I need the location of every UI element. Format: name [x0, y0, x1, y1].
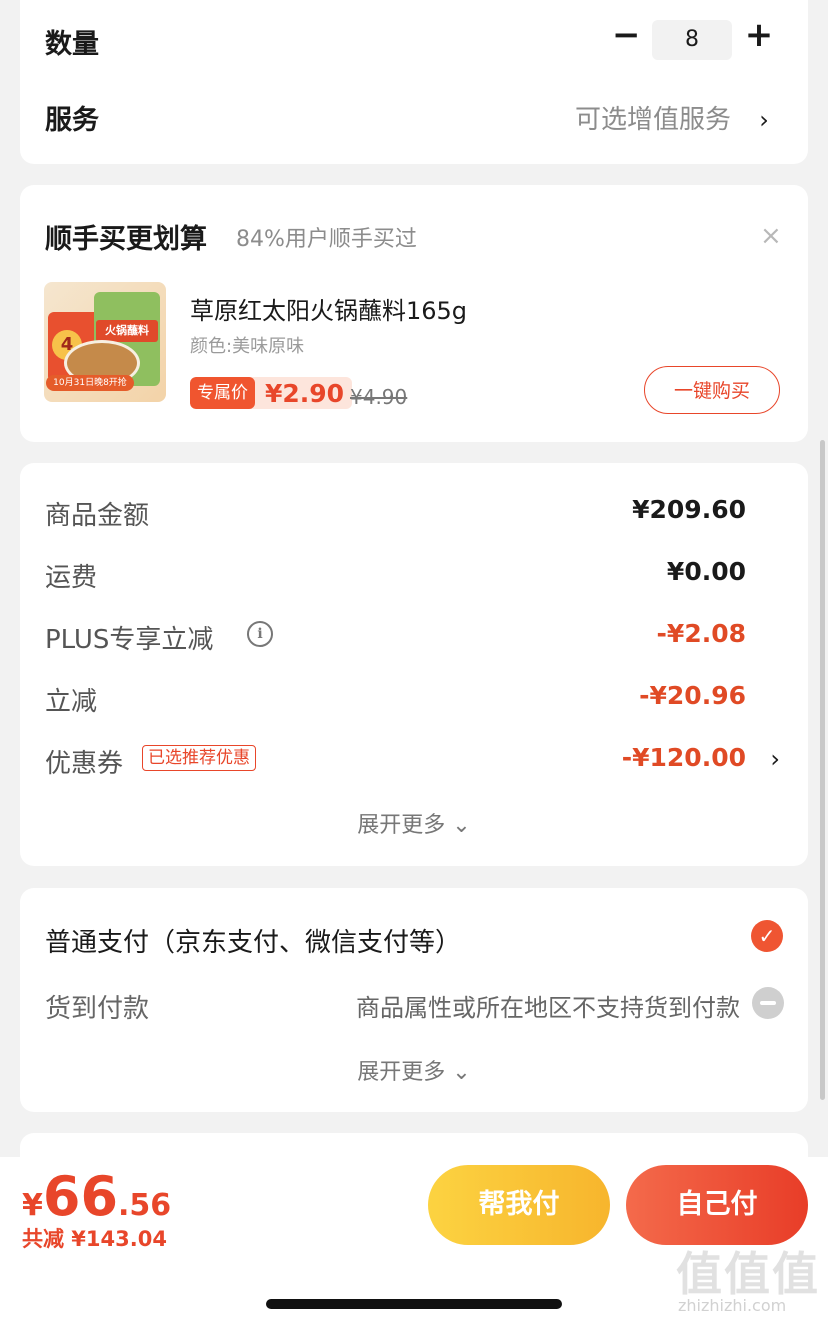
coupon-tag[interactable]: 已选推荐优惠: [142, 745, 256, 771]
total-price: ¥66.56: [22, 1165, 171, 1228]
summary-expand-more[interactable]: 展开更多 ⌄: [20, 807, 808, 839]
summary-value-goods: ¥209.60: [632, 495, 746, 524]
summary-label-goods: 商品金额: [45, 501, 150, 531]
service-option-link[interactable]: 可选增值服务 ›: [575, 99, 769, 136]
addon-subtitle: 84%用户顺手买过: [236, 227, 417, 252]
payment-expand-more[interactable]: 展开更多 ⌄: [20, 1054, 808, 1086]
quantity-decrease-button[interactable]: −: [612, 18, 641, 52]
disabled-circle-icon: [752, 987, 784, 1019]
home-indicator[interactable]: [266, 1299, 562, 1309]
summary-label-coupon: 优惠券: [45, 749, 124, 779]
payment-option-normal[interactable]: 普通支付（京东支付、微信支付等）: [45, 922, 461, 959]
product-image[interactable]: 4 火锅蘸料 10月31日晚8开抢: [44, 282, 166, 402]
pay-myself-button[interactable]: 自己付: [626, 1165, 808, 1245]
summary-label-discount: 立减: [45, 687, 98, 717]
info-icon[interactable]: i: [247, 621, 273, 647]
product-image-band: 火锅蘸料: [96, 320, 158, 342]
one-click-buy-button[interactable]: 一键购买: [644, 366, 780, 414]
service-label: 服务: [45, 105, 99, 136]
quantity-input[interactable]: 8: [652, 20, 732, 60]
check-circle-icon[interactable]: ✓: [751, 920, 783, 952]
summary-value-shipping: ¥0.00: [666, 557, 746, 586]
price-value: ¥2.90: [265, 378, 345, 408]
help-me-pay-button[interactable]: 帮我付: [428, 1165, 610, 1245]
watermark-url: zhizhizhi.com: [678, 1296, 787, 1315]
product-name[interactable]: 草原红太阳火锅蘸料165g: [190, 291, 467, 326]
total-decimal: .56: [118, 1188, 172, 1223]
addon-card: 顺手买更划算 84%用户顺手买过 × 4 火锅蘸料 10月31日晚8开抢 草原红…: [20, 185, 808, 442]
cod-unavailable-note: 商品属性或所在地区不支持货到付款: [356, 994, 740, 1022]
watermark-logo: 值值值: [676, 1247, 820, 1301]
original-price: ¥4.90: [350, 385, 408, 409]
quantity-label: 数量: [45, 29, 99, 60]
exclusive-price: 专属价 ¥2.90: [190, 377, 353, 409]
summary-label-plus: PLUS专享立减: [45, 625, 214, 655]
price-tag: 专属价: [190, 377, 255, 409]
quantity-increase-button[interactable]: +: [744, 18, 774, 52]
total-currency: ¥: [22, 1188, 43, 1223]
quantity-service-card: 数量 − 8 + 服务 可选增值服务 ›: [20, 0, 808, 164]
total-saved: 共减 ¥143.04: [22, 1227, 167, 1251]
summary-value-plus: -¥2.08: [656, 619, 746, 648]
product-image-ribbon: 10月31日晚8开抢: [46, 375, 134, 391]
close-icon[interactable]: ×: [760, 221, 782, 251]
price-summary-card: 商品金额 ¥209.60 运费 ¥0.00 PLUS专享立减 i -¥2.08 …: [20, 463, 808, 866]
summary-label-shipping: 运费: [45, 563, 98, 593]
service-option-text: 可选增值服务: [575, 105, 732, 135]
chevron-right-icon: ›: [759, 106, 769, 134]
summary-value-discount: -¥20.96: [639, 681, 746, 710]
payment-card: 普通支付（京东支付、微信支付等） ✓ 货到付款 商品属性或所在地区不支持货到付款…: [20, 888, 808, 1112]
addon-title: 顺手买更划算: [45, 224, 207, 255]
total-integer: 66: [42, 1165, 119, 1228]
summary-value-coupon[interactable]: -¥120.00: [622, 743, 746, 772]
product-spec: 颜色:美味原味: [190, 336, 305, 357]
chevron-right-icon[interactable]: ›: [770, 745, 780, 773]
scrollbar[interactable]: [820, 440, 825, 1100]
payment-option-cod: 货到付款: [45, 994, 150, 1024]
